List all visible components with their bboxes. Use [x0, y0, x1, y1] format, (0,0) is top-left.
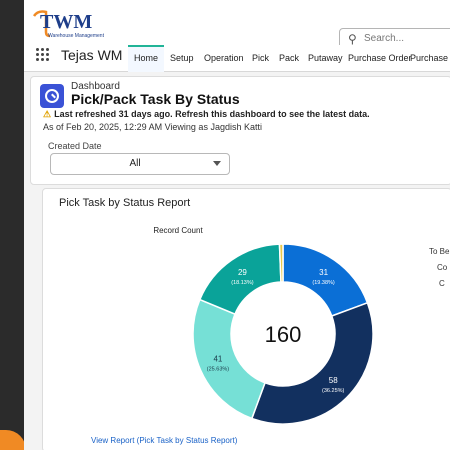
slice-value-label: 29 — [238, 268, 247, 277]
device-bezel — [0, 0, 26, 450]
slice-value-label: 31 — [319, 268, 328, 277]
donut-slice[interactable] — [278, 243, 284, 283]
chevron-down-icon — [213, 161, 221, 166]
created-date-select[interactable]: All — [50, 153, 230, 175]
refresh-warning: ⚠ Last refreshed 31 days ago. Refresh thi… — [43, 109, 370, 119]
donut-chart: 31 (19.38%) 58 (36.25%) 41 (25.63%) 29 (18.13%)… — [192, 243, 374, 425]
legend-item: To Be — [429, 247, 450, 256]
donut-slice[interactable] — [192, 298, 266, 420]
page-title: Pick/Pack Task By Status — [71, 91, 240, 107]
device-frame: TWM Warehouse Management ⚲ Search... Tej… — [0, 0, 450, 450]
tab-pick[interactable]: Pick — [252, 53, 269, 63]
as-of-text: As of Feb 20, 2025, 12:29 AM Viewing as … — [43, 122, 262, 132]
search-placeholder: Search... — [364, 33, 405, 44]
logo-subtext: Warehouse Management — [48, 33, 105, 39]
logo-text: TWM — [40, 11, 92, 33]
filter-label: Created Date — [48, 141, 102, 151]
slice-percent-label: (25.63%) — [207, 366, 229, 372]
logo: TWM Warehouse Management — [32, 10, 105, 39]
warning-icon: ⚠ — [43, 109, 52, 119]
slice-value-label: 58 — [329, 376, 338, 385]
select-value: All — [129, 158, 141, 169]
tab-purchase-order[interactable]: Purchase Order — [348, 53, 412, 63]
app-header: TWM Warehouse Management ⚲ Search... — [24, 0, 450, 50]
app-name: Tejas WM — [61, 47, 123, 63]
tab-purchase-order-2[interactable]: Purchase Orde — [410, 53, 450, 63]
decor-orange — [0, 430, 26, 450]
tab-pack[interactable]: Pack — [279, 53, 299, 63]
legend: To Be Co C — [429, 244, 449, 292]
legend-item: C — [439, 279, 445, 288]
search-icon: ⚲ — [348, 32, 357, 46]
slice-value-label: 41 — [213, 354, 222, 363]
slice-percent-label: (19.38%) — [312, 280, 334, 286]
screen: TWM Warehouse Management ⚲ Search... Tej… — [24, 0, 450, 450]
view-report-link[interactable]: View Report (Pick Task by Status Report) — [91, 436, 237, 445]
slice-percent-label: (18.13%) — [231, 280, 253, 286]
tab-operation[interactable]: Operation — [204, 53, 244, 63]
nav-bar: Tejas WM Home Setup Operation Pick Pack … — [24, 45, 450, 72]
dashboard-header: Dashboard Pick/Pack Task By Status ⚠ Last… — [30, 76, 450, 185]
tab-setup[interactable]: Setup — [170, 53, 194, 63]
donut-total: 160 — [265, 322, 302, 347]
app-launcher-icon[interactable] — [36, 48, 50, 62]
slice-percent-label: (36.25%) — [322, 388, 344, 394]
report-card: Pick Task by Status Report Record Count … — [42, 188, 450, 450]
tab-home[interactable]: Home — [128, 45, 165, 72]
dashboard-icon — [40, 84, 64, 108]
tab-putaway[interactable]: Putaway — [308, 53, 343, 63]
legend-item: Co — [437, 263, 448, 272]
